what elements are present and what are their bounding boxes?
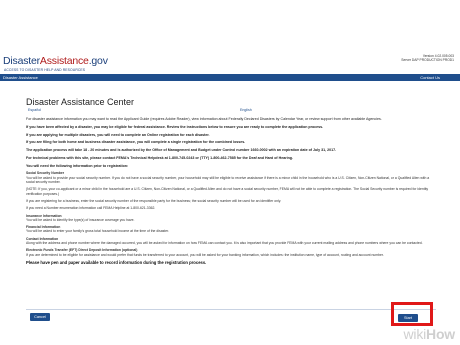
- process-time-paragraph: The application process will take 18 - 2…: [26, 148, 337, 153]
- home-business-paragraph: If you are filing for both home and busi…: [26, 140, 246, 145]
- helpdesk-paragraph: For technical problems with this site, p…: [26, 155, 294, 160]
- lang-english-link[interactable]: English: [240, 108, 252, 112]
- content-divider: [26, 309, 436, 310]
- contact-section: Contact Information Along with the addre…: [26, 237, 438, 246]
- instructions-content: For disaster assistance information you …: [26, 117, 438, 265]
- lang-espanol-link[interactable]: Español: [28, 108, 41, 112]
- page-frame: DisasterAssistance.gov ACCESS TO DISASTE…: [0, 0, 460, 345]
- logo-gov: .gov: [88, 55, 108, 67]
- insurance-section: Insurance Information You will be asked …: [26, 214, 438, 223]
- eft-text: If you are determined to be eligible for…: [26, 252, 384, 257]
- cancel-button[interactable]: Cancel: [30, 313, 50, 321]
- contact-text: Along with the address and phone number …: [26, 241, 423, 246]
- nav-contact-us[interactable]: Contact Us: [420, 75, 440, 80]
- insurance-text: You will be asked to identify the type(s…: [26, 217, 135, 222]
- required-info-paragraph: You will need the following information …: [26, 163, 129, 168]
- nav-disaster-assistance[interactable]: Disaster Assistance: [3, 75, 38, 80]
- page-title: Disaster Assistance Center: [26, 97, 135, 107]
- eft-section: Electronic Funds Transfer (EFT) Direct D…: [26, 248, 438, 257]
- watermark-how: How: [426, 326, 455, 342]
- watermark-wiki: wiki: [403, 326, 427, 342]
- business-ssn-note: If you are registering for a business, e…: [26, 198, 282, 203]
- financial-text: You will be asked to enter your family's…: [26, 229, 170, 234]
- start-button-highlight: [391, 302, 433, 326]
- eligibility-paragraph: If you have been affected by a disaster,…: [26, 124, 324, 129]
- logo-tagline: ACCESS TO DISASTER HELP AND RESOURCES: [4, 68, 86, 72]
- helpline-note: If you need a Number enumeration informa…: [26, 206, 156, 211]
- wikihow-watermark: wikiHow: [403, 326, 456, 342]
- intro-paragraph: For disaster assistance information you …: [26, 117, 382, 121]
- server-text: Server DAP PRODUCTION PROD1: [401, 58, 454, 63]
- header-meta: Version 4.02.005.003 Server DAP PRODUCTI…: [401, 54, 454, 62]
- multiple-disasters-paragraph: If you are applying for multiple disaste…: [26, 132, 210, 137]
- financial-section: Financial Information You will be asked …: [26, 225, 438, 234]
- ssn-section: Social Security Number You will be asked…: [26, 171, 438, 184]
- ssn-text: You will be asked to provide your social…: [26, 175, 430, 185]
- footer-strip: [0, 328, 460, 345]
- ssn-note: (NOTE: If you, your co-applicant or a mi…: [26, 187, 429, 196]
- logo-assistance: Assistance: [39, 55, 89, 67]
- logo-disaster: Disaster: [3, 55, 40, 67]
- pen-paper-note: Please have pen and paper available to r…: [26, 259, 207, 265]
- nav-bar: Disaster Assistance Contact Us: [0, 74, 460, 81]
- site-logo[interactable]: DisasterAssistance.gov: [3, 55, 108, 67]
